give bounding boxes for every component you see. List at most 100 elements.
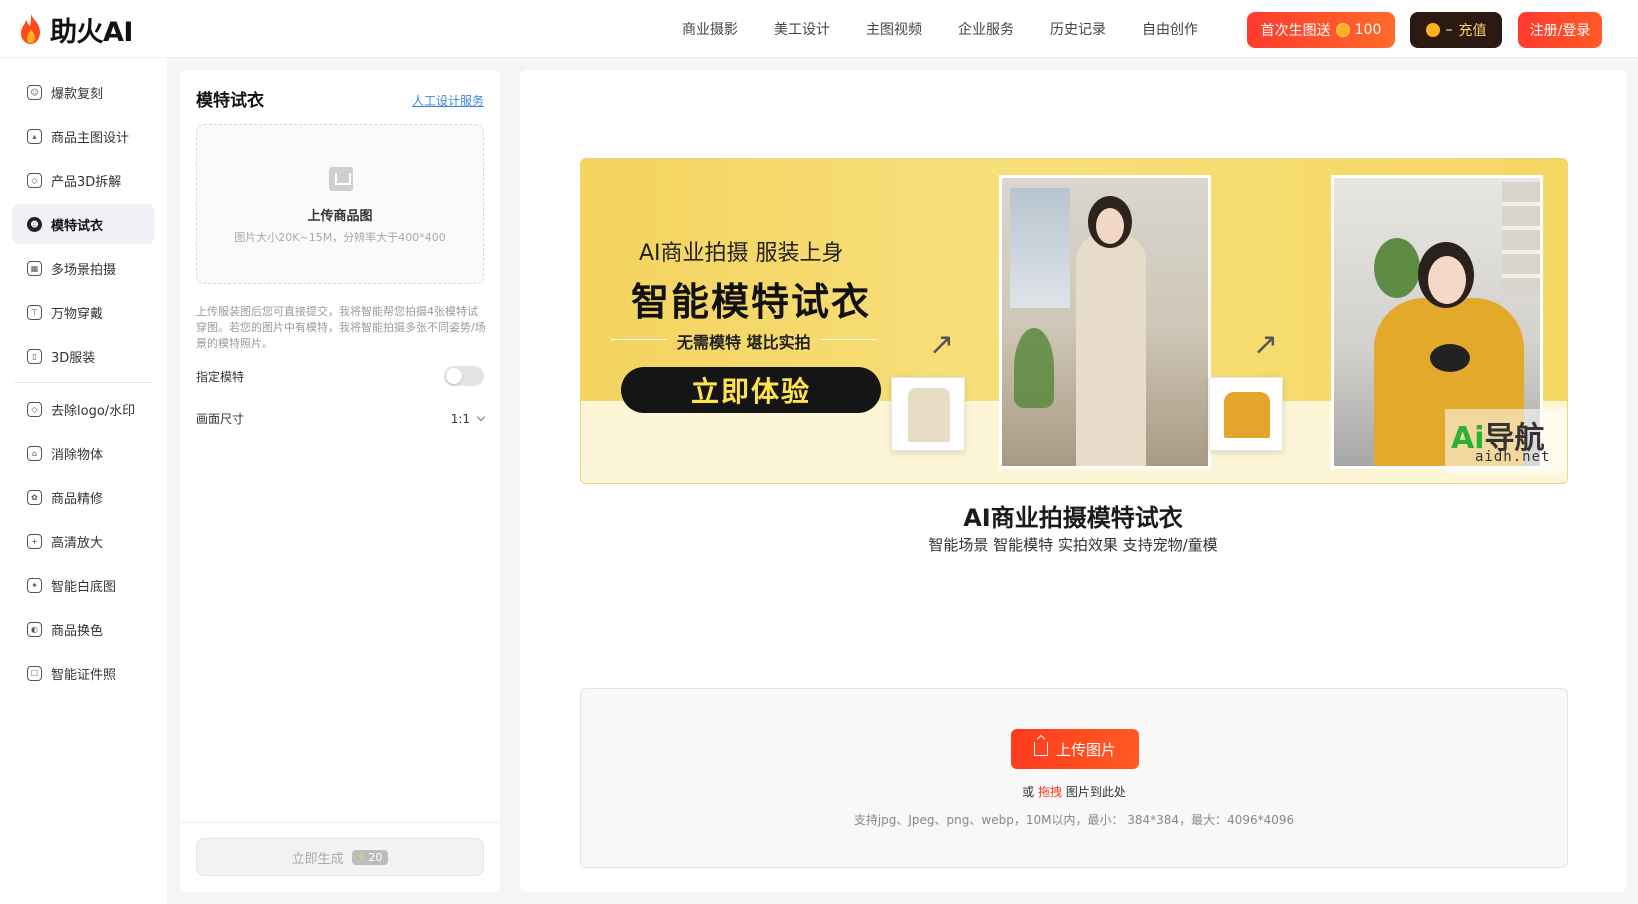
model-option-label: 指定模特 — [196, 369, 245, 384]
sidebar-item-model-tryon[interactable]: ☻ 模特试衣 — [12, 204, 155, 244]
upload-image-button[interactable]: 上传图片 — [1011, 729, 1139, 769]
try-now-button[interactable]: 立即体验 — [621, 367, 881, 413]
bookshelf-image — [1502, 182, 1540, 292]
sidebar-item-label: 产品3D拆解 — [51, 174, 122, 190]
login-button[interactable]: 注册/登录 — [1518, 12, 1602, 48]
sidebar-item-id-photo[interactable]: ☐ 智能证件照 — [12, 653, 155, 693]
sidebar-item-label: 模特试衣 — [51, 218, 104, 234]
drop-instruction: 或 拖拽 图片到此处 — [581, 783, 1567, 800]
size-select[interactable]: 1:1 — [450, 411, 486, 426]
upload-title: 上传商品图 — [307, 209, 373, 224]
design-service-link[interactable]: 人工设计服务 — [412, 92, 484, 109]
page-title: AI商业拍摄模特试衣 — [963, 504, 1183, 532]
sidebar-item-label: 去除logo/水印 — [51, 403, 136, 419]
face-icon: ☻ — [27, 216, 42, 232]
promo-banner[interactable]: AI商业拍摄 服装上身 智能模特试衣 无需模特 堪比实拍 立即体验 ↗ ↗ Ai… — [580, 158, 1568, 484]
nav-history[interactable]: 历史记录 — [1032, 19, 1124, 39]
upload-hint: 图片大小20K~15M，分辨率大于400*400 — [234, 231, 446, 244]
sidebar-item-remove-logo[interactable]: ◇ 去除logo/水印 — [12, 389, 155, 429]
sidebar-item-retouch[interactable]: ✿ 商品精修 — [12, 477, 155, 517]
first-gift-button[interactable]: 首次生图送 100 — [1247, 12, 1395, 48]
sidebar-item-main-image[interactable]: ▴ 商品主图设计 — [12, 116, 155, 156]
app-name: 助火AI — [50, 16, 133, 48]
curved-arrow-icon: ↗ — [929, 327, 955, 362]
gift-label: 首次生图送 — [1260, 23, 1331, 39]
watermark-url: aidh.net — [1475, 449, 1551, 465]
main-nav: 商业摄影 美工设计 主图视频 企业服务 历史记录 自由创作 — [664, 0, 1216, 58]
image-icon: ▴ — [27, 128, 42, 144]
coat-thumbnail — [891, 377, 965, 451]
sidebar-item-label: 商品精修 — [51, 491, 104, 507]
lightning-icon: ⚡ — [357, 850, 366, 864]
app-logo[interactable]: 助火AI — [18, 10, 133, 48]
size-value: 1:1 — [450, 411, 470, 426]
window-image — [1010, 188, 1070, 308]
watermark: Ai导航 aidh.net — [1445, 409, 1567, 473]
coat-image — [908, 388, 950, 442]
sidebar-item-white-bg[interactable]: ✦ 智能白底图 — [12, 565, 155, 605]
sidebar-item-remove-object[interactable]: ⌂ 消除物体 — [12, 433, 155, 473]
product-upload-area[interactable]: 上传商品图 图片大小20K~15M，分辨率大于400*400 — [196, 124, 484, 284]
model-figure — [1076, 232, 1146, 466]
id-photo-icon: ☐ — [27, 665, 42, 681]
gift-coins: 100 — [1354, 22, 1382, 38]
drop-tail: 图片到此处 — [1065, 785, 1126, 799]
left-sidebar: ☺ 爆款复刻 ▴ 商品主图设计 ◇ 产品3D拆解 ☻ 模特试衣 ▦ 多场景拍摄 … — [0, 58, 167, 904]
sidebar-item-label: 多场景拍摄 — [51, 262, 117, 278]
chevron-down-icon — [476, 412, 486, 422]
config-panel: 模特试衣 人工设计服务 上传商品图 图片大小20K~15M，分辨率大于400*4… — [180, 70, 500, 892]
cost-value: 20 — [368, 850, 383, 864]
sidebar-item-label: 3D服装 — [51, 350, 96, 366]
generate-label: 立即生成 — [291, 851, 344, 867]
nav-enterprise[interactable]: 企业服务 — [940, 19, 1032, 39]
sidebar-item-3d-clothing[interactable]: ▯ 3D服装 — [12, 336, 155, 376]
eraser-icon: ◇ — [27, 172, 42, 188]
panel-footer-divider — [180, 822, 500, 823]
palette-icon: ✿ — [27, 489, 42, 505]
drop-zone[interactable]: 上传图片 或 拖拽 图片到此处 支持jpg、Jpeg、png、webp，10M以… — [580, 688, 1568, 868]
top-header: 助火AI 商业摄影 美工设计 主图视频 企业服务 历史记录 自由创作 首次生图送… — [0, 0, 1638, 58]
curved-arrow-icon: ↗ — [1253, 327, 1279, 362]
sidebar-item-upscale[interactable]: + 高清放大 — [12, 521, 155, 561]
sweater-thumbnail — [1209, 377, 1283, 451]
recharge-label: 充值 — [1458, 23, 1487, 39]
calendar-icon: ▦ — [27, 260, 42, 276]
generate-button[interactable]: 立即生成 ⚡ 20 — [196, 838, 484, 876]
cost-badge: ⚡ 20 — [351, 849, 389, 865]
model-option-row: 指定模特 — [196, 366, 484, 386]
recharge-button[interactable]: – 充值 — [1410, 12, 1502, 48]
phone-icon: ▯ — [27, 348, 42, 364]
nav-free-create[interactable]: 自由创作 — [1124, 19, 1216, 39]
model-face — [1096, 208, 1124, 244]
sidebar-item-label: 商品主图设计 — [51, 130, 130, 146]
sidebar-item-recolor[interactable]: ◐ 商品换色 — [12, 609, 155, 649]
balance-value: – — [1445, 22, 1453, 38]
sidebar-item-label: 消除物体 — [51, 447, 104, 463]
banner-headline: 智能模特试衣 — [631, 280, 872, 324]
model-photo-coat — [999, 175, 1211, 469]
nav-art-design[interactable]: 美工设计 — [756, 19, 848, 39]
sidebar-item-label: 爆款复刻 — [51, 86, 104, 102]
shirt-icon: ⊤ — [27, 304, 42, 320]
color-icon: ◐ — [27, 621, 42, 637]
sidebar-item-label: 万物穿戴 — [51, 306, 104, 322]
sidebar-item-multi-scene[interactable]: ▦ 多场景拍摄 — [12, 248, 155, 288]
sidebar-item-label: 智能白底图 — [51, 579, 117, 595]
coin-icon — [1425, 23, 1440, 37]
nav-commercial-photo[interactable]: 商业摄影 — [664, 19, 756, 39]
model-face — [1428, 256, 1466, 304]
plant-image — [1014, 328, 1054, 408]
or-text: 或 — [1022, 785, 1035, 799]
nav-main-video[interactable]: 主图视频 — [848, 19, 940, 39]
smile-icon: ☺ — [27, 84, 42, 100]
sidebar-item-3d-breakdown[interactable]: ◇ 产品3D拆解 — [12, 160, 155, 200]
main-content: AI商业拍摄 服装上身 智能模特试衣 无需模特 堪比实拍 立即体验 ↗ ↗ Ai… — [520, 70, 1626, 892]
flame-icon — [21, 14, 40, 44]
banner-line1: AI商业拍摄 服装上身 — [639, 241, 844, 266]
format-note: 支持jpg、Jpeg、png、webp，10M以内，最小： 384*384，最大… — [853, 813, 1295, 827]
model-toggle[interactable] — [444, 366, 484, 386]
sidebar-item-label: 商品换色 — [51, 623, 104, 639]
sidebar-item-hot-copy[interactable]: ☺ 爆款复刻 — [12, 72, 155, 112]
sidebar-item-wear-anything[interactable]: ⊤ 万物穿戴 — [12, 292, 155, 332]
mickey-print — [1430, 344, 1470, 372]
